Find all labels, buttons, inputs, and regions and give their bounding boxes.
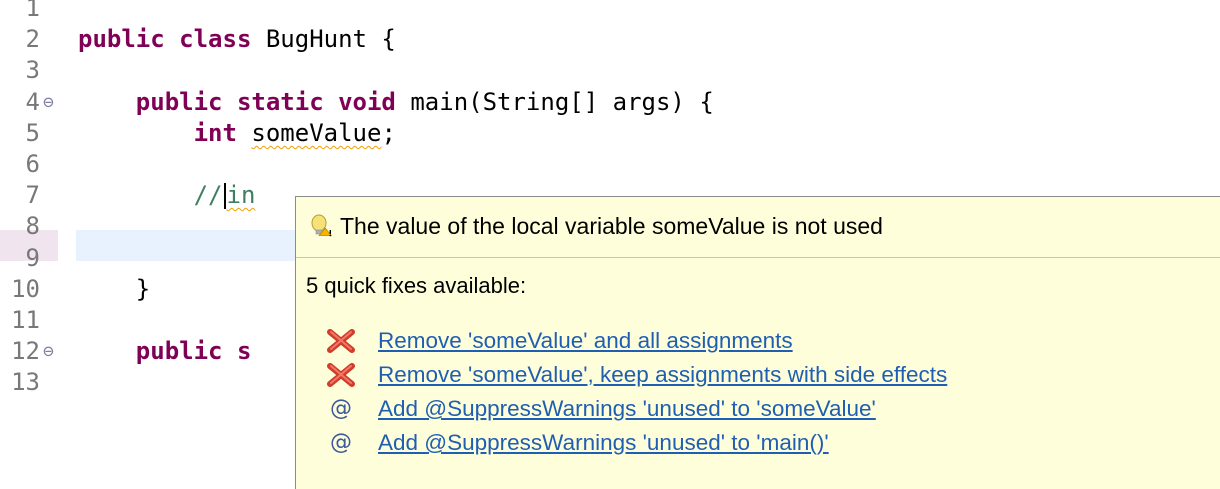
line-number: 5 xyxy=(25,118,40,147)
remove-icon xyxy=(327,363,355,387)
comment-warning: in xyxy=(226,181,256,210)
unused-variable-warning: someValue xyxy=(251,118,382,147)
quick-fix-link[interactable]: Remove 'someValue', keep assignments wit… xyxy=(378,359,947,391)
line-number: 1 xyxy=(25,0,40,22)
code-line: 2 public class BugHunt { xyxy=(0,24,1220,55)
line-number: 12 xyxy=(11,337,40,366)
line-number: 8 xyxy=(25,212,40,241)
quick-fix-count: 5 quick fixes available: xyxy=(306,273,527,298)
text-cursor xyxy=(223,183,226,210)
comment: // xyxy=(78,181,223,210)
fold-toggle-icon[interactable]: ⊖ xyxy=(43,87,54,118)
code-text: //in xyxy=(78,180,255,211)
code-line: 3 xyxy=(0,55,1220,86)
code-token: BugHunt { xyxy=(251,25,396,54)
code-token: } xyxy=(78,274,151,303)
code-token: main(String[] args) { xyxy=(395,87,714,116)
quick-fix-header: The value of the local variable someValu… xyxy=(296,197,1220,258)
line-number: 6 xyxy=(25,150,40,178)
fold-toggle-icon[interactable]: ⊖ xyxy=(43,336,54,367)
line-number: 13 xyxy=(11,368,40,397)
quick-fix-link[interactable]: Add @SuppressWarnings 'unused' to 'main(… xyxy=(378,427,829,459)
code-line: 5 int someValue; xyxy=(0,118,1220,149)
keyword: public static void xyxy=(135,87,396,116)
code-editor[interactable]: 1 2 public class BugHunt {3 4 ⊖ public stati… xyxy=(0,0,1220,489)
warning-lightbulb-icon xyxy=(311,214,333,237)
annotation-icon: @ xyxy=(330,430,352,455)
line-number: 2 xyxy=(25,25,40,54)
keyword: public s xyxy=(135,337,252,366)
remove-icon xyxy=(327,329,355,353)
quick-fix-popup: The value of the local variable someValu… xyxy=(295,196,1220,489)
code-text: public class BugHunt { xyxy=(78,24,396,55)
keyword: public class xyxy=(78,25,252,54)
keyword: int xyxy=(193,118,237,147)
quick-fix-link[interactable]: Remove 'someValue' and all assignments xyxy=(378,325,793,357)
line-number: 10 xyxy=(11,274,40,303)
line-number: 3 xyxy=(25,56,40,85)
annotation-icon: @ xyxy=(330,396,352,421)
code-text: int someValue; xyxy=(78,118,396,149)
code-text: public s xyxy=(78,336,252,367)
code-text: } xyxy=(78,274,150,305)
line-number: 9 xyxy=(25,243,40,272)
code-line: 6 xyxy=(0,149,1220,180)
line-number: 4 xyxy=(25,87,40,116)
code-line: 4 ⊖ public static void main(String[] args… xyxy=(0,87,1220,118)
line-number: 7 xyxy=(25,181,40,210)
code-token: ; xyxy=(381,118,396,147)
line-number: 11 xyxy=(11,306,40,334)
code-text: public static void main(String[] args) { xyxy=(78,87,714,118)
quick-fix-link[interactable]: Add @SuppressWarnings 'unused' to 'someV… xyxy=(378,393,876,425)
problem-description: The value of the local variable someValu… xyxy=(340,213,883,239)
code-line: 1 xyxy=(0,0,1220,24)
